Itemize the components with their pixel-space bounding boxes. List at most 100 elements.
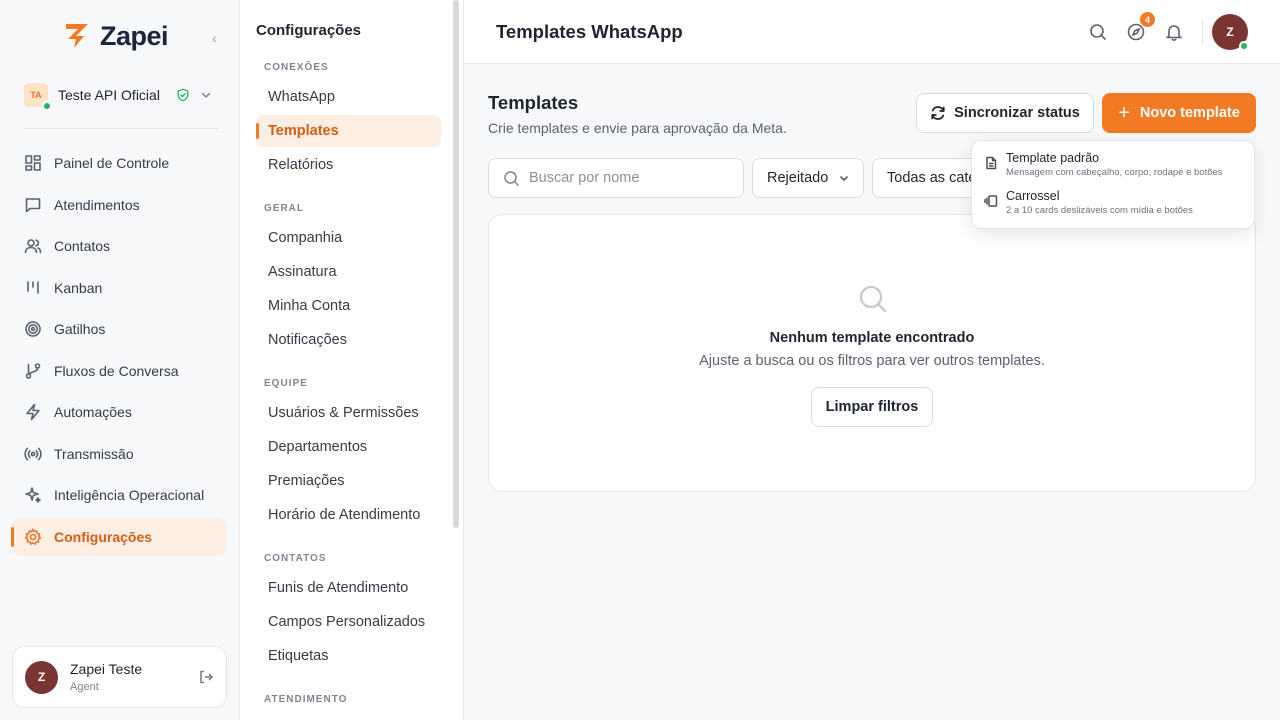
- settings-item-companhia[interactable]: Companhia: [256, 222, 441, 254]
- nav-item-painel[interactable]: Painel de Controle: [12, 144, 227, 182]
- online-status-dot: [42, 101, 52, 111]
- settings-item-whatsapp[interactable]: WhatsApp: [256, 81, 441, 113]
- section-title: Templates: [488, 92, 579, 113]
- settings-item-campos[interactable]: Campos Personalizados: [256, 606, 441, 638]
- settings-item-departamentos[interactable]: Departamentos: [256, 431, 441, 463]
- settings-item-horario[interactable]: Horário de Atendimento: [256, 499, 441, 531]
- user-card[interactable]: Z Zapei Teste Agent: [12, 646, 227, 708]
- nav-label: Atendimentos: [54, 196, 140, 213]
- document-icon: [986, 156, 997, 170]
- nav-label: Transmissão: [54, 445, 134, 462]
- section-label-conexoes: CONEXÕES: [264, 62, 329, 73]
- menu-item-text: Carrossel 2 a 10 cards deslizáveis com m…: [1006, 189, 1193, 216]
- new-template-button[interactable]: + Novo template: [1102, 93, 1256, 133]
- sync-status-button[interactable]: Sincronizar status: [916, 93, 1094, 133]
- main-content: Templates WhatsApp 4 Z Templates Crie te…: [464, 0, 1280, 720]
- search-input[interactable]: [529, 170, 729, 186]
- user-name: Zapei Teste: [70, 661, 143, 677]
- org-initials: TA: [30, 90, 42, 100]
- chevron-down-icon: [840, 175, 849, 182]
- avatar: Z: [25, 660, 58, 694]
- nav-item-transmissao[interactable]: Transmissão: [12, 435, 227, 473]
- chat-icon: [25, 197, 41, 212]
- clear-filters-button[interactable]: Limpar filtros: [811, 387, 933, 427]
- settings-item-notificacoes[interactable]: Notificações: [256, 324, 441, 356]
- nav-label: Painel de Controle: [54, 155, 170, 171]
- nav-label: Gatilhos: [54, 321, 106, 337]
- settings-item-assinatura[interactable]: Assinatura: [256, 256, 441, 288]
- sync-status-label: Sincronizar status: [954, 105, 1080, 121]
- nav-item-contatos[interactable]: Contatos: [12, 227, 227, 265]
- org-switcher[interactable]: TA Teste API Oficial: [24, 83, 219, 111]
- nav-item-atendimentos[interactable]: Atendimentos: [12, 186, 227, 224]
- section-subtitle: Crie templates e envie para aprovação da…: [488, 120, 787, 136]
- org-avatar: TA: [24, 83, 52, 111]
- nav-label: Configurações: [54, 528, 153, 545]
- bell-icon[interactable]: [1164, 22, 1184, 42]
- avatar[interactable]: Z: [1212, 14, 1249, 51]
- dashboard-icon: [25, 155, 41, 171]
- divider: [24, 128, 219, 129]
- logo[interactable]: Zapei: [62, 20, 169, 52]
- settings-panel: Configurações CONEXÕES WhatsApp Template…: [240, 0, 464, 720]
- settings-title: Configurações: [256, 22, 362, 39]
- section-label-atendimento: ATENDIMENTO: [264, 694, 348, 705]
- settings-item-usuarios[interactable]: Usuários & Permissões: [256, 397, 441, 429]
- sparkle-icon: [25, 487, 41, 503]
- menu-item-carrossel[interactable]: Carrossel 2 a 10 cards deslizáveis com m…: [972, 185, 1254, 223]
- nav-label: Contatos: [54, 238, 111, 254]
- search-icon[interactable]: [1088, 22, 1108, 42]
- new-template-label: Novo template: [1139, 105, 1240, 121]
- notification-badge: 4: [1140, 12, 1155, 27]
- collapse-sidebar-icon[interactable]: ‹: [212, 30, 217, 46]
- divider: [1202, 20, 1203, 44]
- nav-item-inteligencia[interactable]: Inteligência Operacional: [12, 476, 227, 514]
- gear-icon: [24, 528, 42, 545]
- empty-state-card: Nenhum template encontrado Ajuste a busc…: [488, 214, 1256, 492]
- refresh-icon: [931, 106, 945, 120]
- kanban-icon: [27, 280, 39, 294]
- search-icon: [504, 171, 519, 186]
- settings-item-relatorios[interactable]: Relatórios: [256, 149, 441, 181]
- menu-item-desc: 2 a 10 cards deslizáveis com mídia e bot…: [1006, 205, 1193, 216]
- main-nav: Painel de Controle Atendimentos Contatos…: [11, 144, 227, 559]
- settings-item-premiacoes[interactable]: Premiações: [256, 465, 441, 497]
- flow-icon: [25, 362, 41, 379]
- sidebar: Zapei ‹ TA Teste API Oficial Painel de C…: [0, 0, 240, 720]
- nav-label: Kanban: [54, 279, 103, 296]
- brand-name: Zapei: [100, 20, 169, 51]
- verified-shield-icon: [177, 88, 189, 102]
- nav-label: Automações: [54, 404, 132, 420]
- avatar-initial: Z: [1226, 25, 1234, 39]
- user-role: Agent: [70, 681, 99, 693]
- zapei-logo-icon: [66, 24, 88, 48]
- status-filter-select[interactable]: Rejeitado: [752, 158, 864, 198]
- nav-item-kanban[interactable]: Kanban: [12, 269, 227, 307]
- settings-item-templates[interactable]: Templates: [256, 115, 441, 147]
- status-filter-value: Rejeitado: [767, 170, 829, 186]
- settings-item-etiquetas[interactable]: Etiquetas: [256, 640, 441, 672]
- nav-item-configuracoes[interactable]: Configurações: [11, 517, 227, 556]
- menu-item-template-padrao[interactable]: Template padrão Mensagem com cabeçalho, …: [972, 147, 1254, 185]
- menu-item-text: Template padrão Mensagem com cabeçalho, …: [1006, 151, 1223, 178]
- online-status-dot: [1239, 41, 1249, 51]
- plus-icon: +: [1118, 102, 1130, 124]
- logout-icon[interactable]: [198, 669, 214, 685]
- search-icon: [859, 285, 887, 313]
- nav-item-fluxos[interactable]: Fluxos de Conversa: [12, 352, 227, 390]
- carousel-icon: [984, 195, 998, 207]
- search-field[interactable]: [488, 158, 744, 198]
- nav-item-automacoes[interactable]: Automações: [12, 393, 227, 431]
- empty-state-subtitle: Ajuste a busca ou os filtros para ver ou…: [699, 353, 1045, 369]
- user-info: Zapei Teste Agent: [70, 661, 198, 693]
- settings-scrollbar[interactable]: [453, 0, 459, 528]
- settings-item-funis[interactable]: Funis de Atendimento: [256, 572, 441, 604]
- page-title: Templates WhatsApp: [496, 21, 683, 42]
- section-label-contatos: CONTATOS: [264, 553, 327, 564]
- menu-item-title: Template padrão: [1006, 151, 1100, 165]
- nav-item-gatilhos[interactable]: Gatilhos: [12, 310, 227, 348]
- menu-item-desc: Mensagem com cabeçalho, corpo, rodapé e …: [1006, 167, 1223, 178]
- settings-item-minha-conta[interactable]: Minha Conta: [256, 290, 441, 322]
- users-icon: [24, 239, 42, 254]
- target-icon: [25, 321, 41, 337]
